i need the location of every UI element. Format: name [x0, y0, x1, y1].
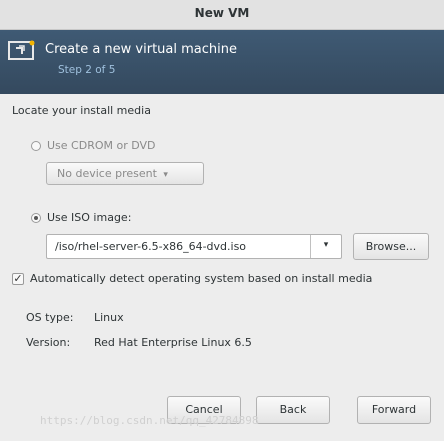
wizard-step: Step 2 of 5	[58, 64, 116, 76]
iso-path-combo[interactable]: /iso/rhel-server-6.5-x86_64-dvd.iso ▾	[46, 234, 342, 259]
chevron-down-icon: ▾	[323, 240, 329, 250]
back-button[interactable]: Back	[256, 396, 330, 424]
os-version-label: Version:	[26, 336, 71, 349]
iso-path-input[interactable]: /iso/rhel-server-6.5-x86_64-dvd.iso	[55, 240, 246, 253]
browse-button[interactable]: Browse...	[353, 233, 429, 260]
os-version-value: Red Hat Enterprise Linux 6.5	[94, 336, 252, 349]
forward-button[interactable]: Forward	[357, 396, 431, 424]
cdrom-label[interactable]: Use CDROM or DVD	[47, 139, 156, 152]
auto-detect-checkbox[interactable]: ✓	[12, 273, 24, 285]
wizard-title: Create a new virtual machine	[45, 42, 237, 57]
watermark-text: https://blog.csdn.net/qq_42784898	[40, 414, 259, 427]
iso-history-dropdown[interactable]: ▾	[310, 235, 341, 258]
cdrom-radio[interactable]	[31, 141, 41, 151]
auto-detect-label[interactable]: Automatically detect operating system ba…	[30, 272, 372, 285]
section-label: Locate your install media	[12, 104, 151, 117]
monitor-icon	[8, 40, 35, 60]
iso-label[interactable]: Use ISO image:	[47, 211, 131, 224]
window-title: New VM	[0, 0, 444, 30]
cdrom-device-value: No device present	[57, 167, 157, 180]
os-type-label: OS type:	[26, 311, 74, 324]
iso-radio[interactable]	[31, 213, 41, 223]
cdrom-device-select[interactable]: No device present ▾	[46, 162, 204, 185]
wizard-banner: Create a new virtual machine Step 2 of 5	[0, 30, 444, 94]
chevron-down-icon: ▾	[163, 170, 168, 180]
os-type-value: Linux	[94, 311, 124, 324]
